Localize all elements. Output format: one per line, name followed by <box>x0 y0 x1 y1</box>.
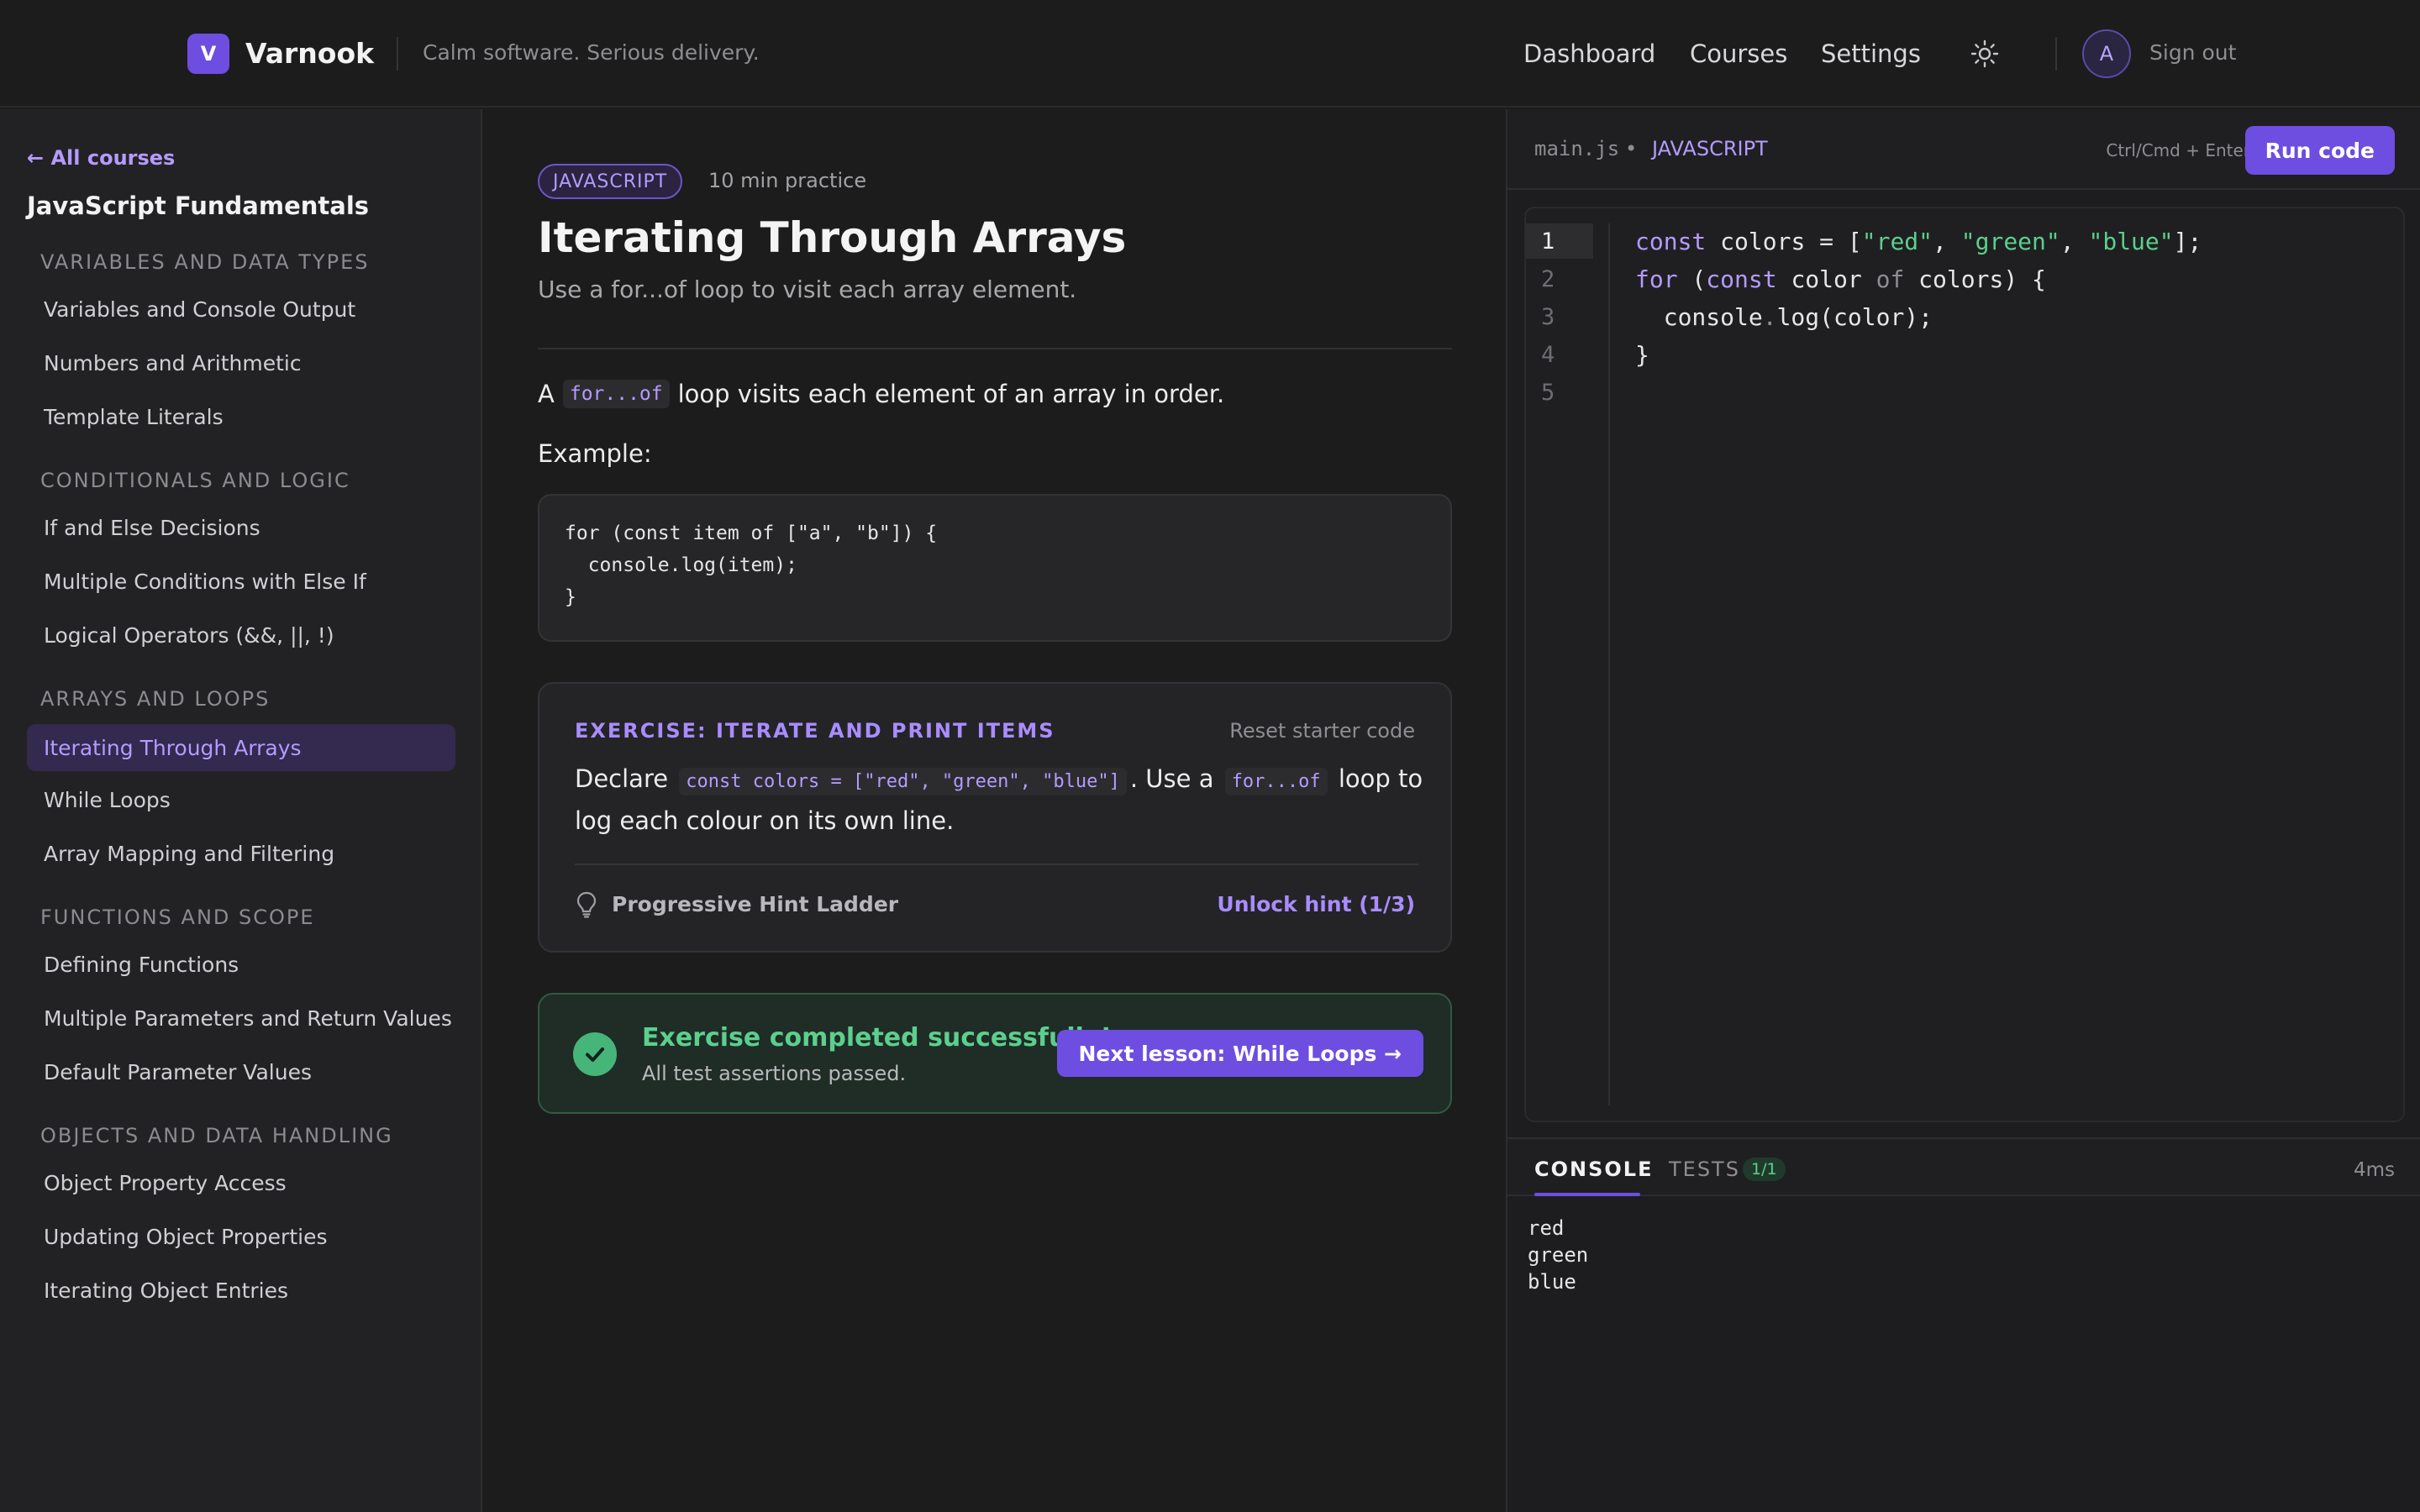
console-output-line: blue <box>1528 1270 1576 1294</box>
code-line: console.log(item); <box>565 554 797 576</box>
sidebar-item-variables[interactable]: Variables and Console Output <box>44 297 355 322</box>
console-output-line: green <box>1528 1243 1589 1267</box>
code-line[interactable]: console. log(color); <box>1635 299 1933 334</box>
sidebar-item-defining-functions[interactable]: Defining Functions <box>44 953 239 977</box>
sidebar-item-array-mapping[interactable]: Array Mapping and Filtering <box>44 842 334 866</box>
file-name: main.js <box>1534 137 1620 160</box>
exercise-instructions: Declare const colors = ["red", "green", … <box>575 759 1423 840</box>
inline-code: for...of <box>562 380 670 408</box>
output-tabs: CONSOLE TESTS 1/1 4ms <box>1507 1137 2420 1196</box>
inline-code: for...of <box>1224 768 1328 795</box>
unlock-hint-button[interactable]: Unlock hint (1/3) <box>1217 892 1415 916</box>
section-heading: FUNCTIONS AND SCOPE <box>40 906 315 929</box>
success-banner: Exercise completed successfully! All tes… <box>538 993 1452 1114</box>
line-number: 3 <box>1541 303 1555 330</box>
section-heading: VARIABLES AND DATA TYPES <box>40 250 370 274</box>
divider <box>2055 37 2057 71</box>
divider <box>397 37 398 71</box>
hint-ladder-label: Progressive Hint Ladder <box>612 892 899 916</box>
course-sidebar: ← All courses JavaScript Fundamentals VA… <box>0 109 482 1512</box>
divider <box>575 864 1418 865</box>
paragraph-text: loop visits each element of an array in … <box>677 380 1225 408</box>
avatar[interactable]: A <box>2082 29 2131 78</box>
all-courses-link[interactable]: ← All courses <box>27 146 175 170</box>
top-bar: V Varnook Calm software. Serious deliver… <box>0 0 2420 108</box>
check-circle-icon <box>573 1032 617 1076</box>
tab-console[interactable]: CONSOLE <box>1534 1158 1653 1181</box>
logo-badge[interactable]: V <box>187 34 229 74</box>
line-number: 4 <box>1541 341 1555 368</box>
nav-courses[interactable]: Courses <box>1690 39 1787 68</box>
instruction-text: Declare <box>575 764 669 793</box>
separator-dot: • <box>1625 137 1638 160</box>
sidebar-item-iterating-arrays[interactable]: Iterating Through Arrays <box>27 724 455 771</box>
sidebar-item-if-else[interactable]: If and Else Decisions <box>44 516 260 540</box>
line-number: 2 <box>1541 265 1555 292</box>
inline-code: const colors = ["red", "green", "blue"] <box>679 768 1127 795</box>
success-subtitle: All test assertions passed. <box>642 1062 907 1085</box>
line-number: 5 <box>1541 379 1555 406</box>
sidebar-item-while-loops[interactable]: While Loops <box>44 788 171 812</box>
tests-count-badge: 1/1 <box>1743 1158 1786 1181</box>
code-editor-panel: main.js • JAVASCRIPT Ctrl/Cmd + Enter Ru… <box>1506 109 2420 1512</box>
sun-icon[interactable] <box>1970 39 2000 69</box>
brand-name[interactable]: Varnook <box>245 37 374 70</box>
success-title: Exercise completed successfully! <box>642 1023 1113 1053</box>
sidebar-item-logical-operators[interactable]: Logical Operators (&&, ||, !) <box>44 623 334 648</box>
example-label: Example: <box>538 439 652 468</box>
course-title: JavaScript Fundamentals <box>27 192 370 220</box>
tagline: Calm software. Serious delivery. <box>423 40 760 65</box>
sidebar-item-default-parameters[interactable]: Default Parameter Values <box>44 1060 312 1084</box>
paragraph-text: A <box>538 380 555 408</box>
language-badge: JAVASCRIPT <box>538 164 683 199</box>
section-heading: CONDITIONALS AND LOGIC <box>40 469 350 492</box>
run-shortcut-hint: Ctrl/Cmd + Enter <box>2106 140 2250 160</box>
sidebar-item-else-if[interactable]: Multiple Conditions with Else If <box>44 570 366 594</box>
lesson-subtitle: Use a for...of loop to visit each array … <box>538 276 1077 303</box>
reset-starter-code-button[interactable]: Reset starter code <box>1229 719 1415 743</box>
sidebar-item-template-literals[interactable]: Template Literals <box>44 405 224 429</box>
code-editor[interactable]: 1 2 3 4 5 const colors = ["red", "green"… <box>1524 207 2405 1122</box>
nav-dashboard[interactable]: Dashboard <box>1523 39 1655 68</box>
line-number: 1 <box>1526 223 1593 259</box>
gutter-divider <box>1608 223 1610 1105</box>
next-lesson-button[interactable]: Next lesson: While Loops → <box>1056 1030 1423 1077</box>
sidebar-item-parameters[interactable]: Multiple Parameters and Return Values <box>44 1006 452 1031</box>
sidebar-item-numbers[interactable]: Numbers and Arithmetic <box>44 351 302 375</box>
exercise-title: EXERCISE: ITERATE AND PRINT ITEMS <box>575 719 1055 743</box>
code-line[interactable]: const colors = ["red", "green", "blue"]; <box>1635 223 2202 259</box>
section-heading: ARRAYS AND LOOPS <box>40 687 271 711</box>
lightbulb-icon <box>576 891 597 918</box>
page-title: Iterating Through Arrays <box>538 213 1127 262</box>
nav-settings[interactable]: Settings <box>1821 39 1921 68</box>
tab-tests[interactable]: TESTS <box>1669 1158 1740 1181</box>
duration-label: 10 min practice <box>708 169 867 192</box>
exercise-card: EXERCISE: ITERATE AND PRINT ITEMS Reset … <box>538 682 1452 953</box>
code-line[interactable]: } <box>1635 337 1649 372</box>
lesson-paragraph: A for...of loop visits each element of a… <box>538 380 1224 408</box>
sidebar-item-updating-objects[interactable]: Updating Object Properties <box>44 1225 327 1249</box>
editor-language: JAVASCRIPT <box>1652 137 1768 160</box>
section-heading: OBJECTS AND DATA HANDLING <box>40 1124 393 1147</box>
editor-toolbar: main.js • JAVASCRIPT Ctrl/Cmd + Enter Ru… <box>1507 109 2420 190</box>
instruction-text: . Use a <box>1129 764 1214 793</box>
code-line: for (const item of ["a", "b"]) { <box>565 522 938 544</box>
console-output-line: red <box>1528 1216 1565 1240</box>
divider <box>538 348 1452 349</box>
sign-out-link[interactable]: Sign out <box>2149 40 2236 65</box>
code-line: } <box>565 586 576 608</box>
run-timing: 4ms <box>2353 1159 2395 1181</box>
code-line[interactable]: for (const color of colors) { <box>1635 261 2046 297</box>
sidebar-item-object-entries[interactable]: Iterating Object Entries <box>44 1278 288 1303</box>
run-code-button[interactable]: Run code <box>2244 126 2395 175</box>
active-tab-indicator <box>1534 1193 1640 1196</box>
sidebar-item-object-access[interactable]: Object Property Access <box>44 1171 287 1195</box>
example-code-block: for (const item of ["a", "b"]) { console… <box>538 494 1452 642</box>
